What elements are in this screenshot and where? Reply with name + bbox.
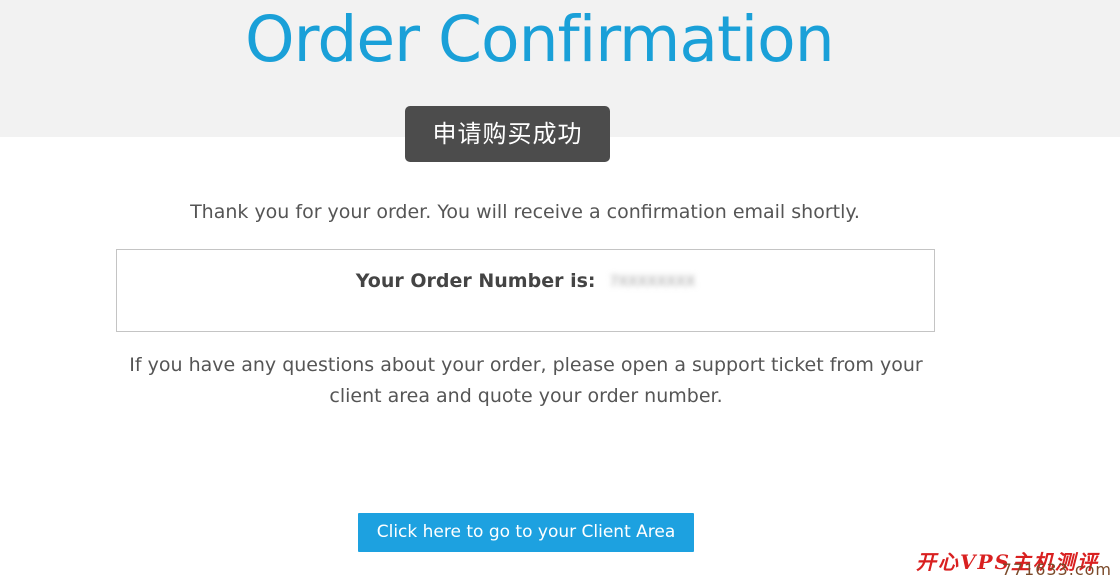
support-instructions: If you have any questions about your ord… [129,354,923,407]
client-area-button[interactable]: Click here to go to your Client Area [358,513,694,552]
watermark-url: 771633.com [1001,560,1112,579]
order-number-label: Your Order Number is: [355,270,596,292]
thank-you-message: Thank you for your order. You will recei… [190,201,860,223]
order-number-value: 7XXXXXXXX [609,273,696,290]
watermark: 开心VPS主机测评 771633.com [916,546,1116,584]
order-number-line: Your Order Number is: 7XXXXXXXX [117,267,934,296]
page-title: Order Confirmation [245,3,835,76]
order-number-box: Your Order Number is: 7XXXXXXXX [116,249,935,332]
success-toast: 申请购买成功 [405,106,610,162]
